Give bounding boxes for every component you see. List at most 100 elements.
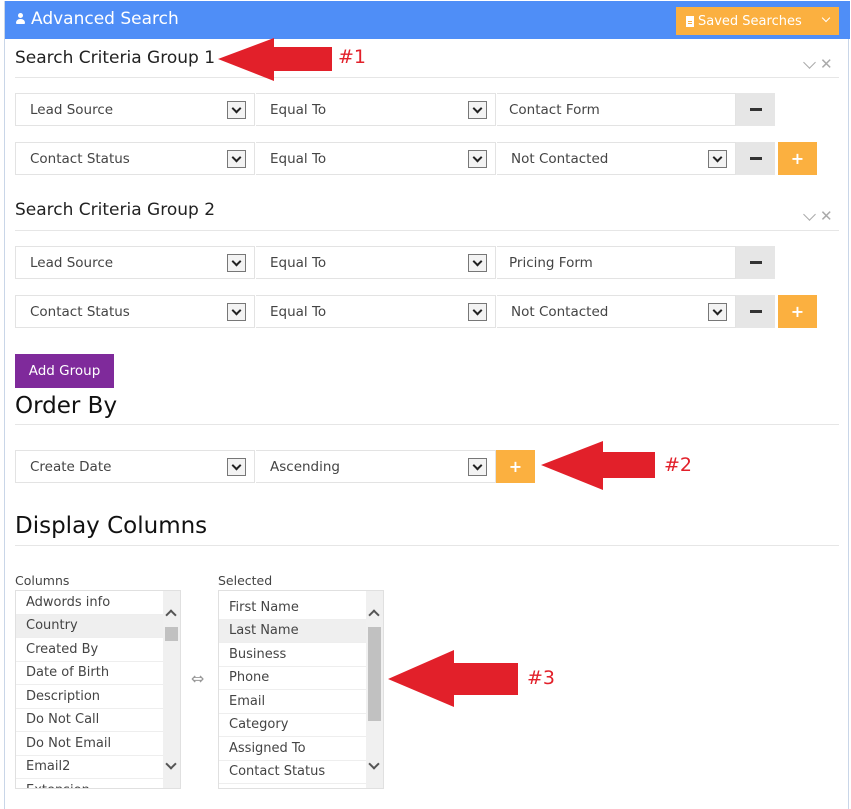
remove-criteria-button[interactable] [736, 93, 775, 126]
list-item[interactable]: Extension [16, 779, 164, 788]
add-order-button[interactable]: + [496, 450, 535, 483]
columns-listbox[interactable]: Adwords info Country Created By Date of Bir… [15, 590, 181, 789]
panel-header: Advanced Search Saved Searches [5, 1, 850, 39]
minus-icon [749, 157, 762, 160]
list-item[interactable]: Contact Status [219, 761, 367, 784]
dropdown-arrow-icon [227, 150, 246, 168]
field-select[interactable]: Lead Source [15, 246, 255, 279]
scroll-thumb[interactable] [368, 627, 381, 721]
list-item[interactable]: Adwords info [16, 591, 164, 615]
dropdown-arrow-icon [468, 101, 487, 119]
dropdown-arrow-icon [468, 150, 487, 168]
list-item[interactable]: First Name [219, 596, 367, 620]
order-direction-select[interactable]: Ascending [256, 450, 496, 483]
dropdown-arrow-icon [227, 303, 246, 321]
list-item[interactable]: Date of Birth [16, 662, 164, 685]
group-1-title: Search Criteria Group 1 [15, 48, 216, 68]
value-input-text: Pricing Form [509, 254, 593, 271]
swap-arrows-icon: ⇔ [191, 669, 205, 688]
group-2-title: Search Criteria Group 2 [15, 200, 216, 220]
remove-criteria-button[interactable] [736, 142, 775, 175]
list-item[interactable]: Description [16, 685, 164, 709]
order-field-value: Create Date [30, 458, 112, 475]
value-input[interactable]: Contact Form [497, 93, 736, 126]
user-icon [15, 13, 26, 25]
list-item[interactable]: Assigned To [219, 737, 367, 761]
saved-searches-dropdown[interactable]: Saved Searches [676, 7, 839, 35]
close-icon[interactable]: ✕ [820, 209, 833, 224]
criteria-row: Lead Source Equal To Contact Form [15, 93, 775, 126]
collapse-chevron-icon[interactable] [803, 55, 816, 69]
operator-select-value: Equal To [270, 254, 327, 271]
group-1-tools: ✕ [803, 55, 833, 72]
operator-select[interactable]: Equal To [256, 93, 496, 126]
dropdown-arrow-icon [468, 303, 487, 321]
scroll-down-icon[interactable] [368, 758, 380, 770]
plus-icon: + [790, 302, 805, 321]
value-input[interactable]: Pricing Form [497, 246, 736, 279]
selected-scrollbar[interactable] [366, 591, 383, 788]
annotation-arrow-1 [218, 38, 332, 81]
selected-items: First Name Last Name Business Phone Email Cat… [219, 591, 383, 784]
list-item[interactable]: Email [219, 690, 367, 714]
dropdown-arrow-icon [227, 101, 246, 119]
list-item[interactable]: Created By [16, 638, 164, 662]
annotation-arrow-2 [541, 441, 655, 490]
close-icon[interactable]: ✕ [820, 57, 833, 72]
plus-icon: + [790, 149, 805, 168]
scroll-up-icon[interactable] [165, 609, 177, 621]
scroll-thumb[interactable] [165, 627, 178, 641]
panel-title: Advanced Search [15, 9, 179, 29]
field-select[interactable]: Contact Status [15, 295, 255, 328]
remove-criteria-button[interactable] [736, 246, 775, 279]
value-select[interactable]: Not Contacted [497, 295, 736, 328]
collapse-chevron-icon[interactable] [803, 207, 816, 221]
annotation-arrow-3 [388, 650, 518, 707]
columns-scrollbar[interactable] [163, 591, 180, 788]
columns-label: Columns [15, 573, 70, 588]
list-item[interactable]: Last Name [219, 619, 367, 643]
operator-select-value: Equal To [270, 101, 327, 118]
field-select-value: Contact Status [30, 303, 130, 320]
list-item[interactable]: Business [219, 643, 367, 667]
selected-label: Selected [218, 573, 273, 588]
list-item[interactable]: Do Not Email [16, 732, 164, 756]
plus-icon: + [508, 457, 523, 476]
list-item[interactable]: Do Not Call [16, 709, 164, 732]
list-item[interactable]: Category [219, 714, 367, 737]
order-field-select[interactable]: Create Date [15, 450, 255, 483]
group-2-tools: ✕ [803, 207, 833, 224]
add-group-button[interactable]: Add Group [15, 354, 114, 388]
add-criteria-button[interactable]: + [778, 295, 817, 328]
field-select-value: Contact Status [30, 150, 130, 167]
scroll-down-icon[interactable] [165, 758, 177, 770]
annotation-label-2: #2 [664, 454, 693, 476]
operator-select[interactable]: Equal To [256, 246, 496, 279]
divider [15, 424, 839, 425]
field-select[interactable]: Lead Source [15, 93, 255, 126]
scroll-up-icon[interactable] [368, 609, 380, 621]
order-direction-value: Ascending [270, 458, 340, 475]
columns-items: Adwords info Country Created By Date of Bir… [16, 591, 180, 788]
dropdown-arrow-icon [468, 254, 487, 272]
divider [15, 77, 839, 78]
selected-listbox[interactable]: First Name Last Name Business Phone Email Cat… [218, 590, 384, 789]
operator-select[interactable]: Equal To [256, 295, 496, 328]
remove-criteria-button[interactable] [736, 295, 775, 328]
dropdown-arrow-icon [708, 150, 727, 168]
operator-select[interactable]: Equal To [256, 142, 496, 175]
saved-searches-label: Saved Searches [698, 13, 802, 29]
criteria-row: Contact Status Equal To Not Contacted + [15, 295, 817, 328]
list-item[interactable]: Country [16, 614, 164, 638]
field-select[interactable]: Contact Status [15, 142, 255, 175]
dropdown-arrow-icon [708, 303, 727, 321]
list-item[interactable]: Email2 [16, 756, 164, 779]
add-criteria-button[interactable]: + [778, 142, 817, 175]
operator-select-value: Equal To [270, 150, 327, 167]
divider [15, 230, 839, 231]
order-by-title: Order By [15, 393, 118, 419]
value-select[interactable]: Not Contacted [497, 142, 736, 175]
dropdown-arrow-icon [468, 458, 487, 476]
list-item[interactable]: Phone [219, 667, 367, 690]
annotation-label-1: #1 [338, 46, 367, 68]
